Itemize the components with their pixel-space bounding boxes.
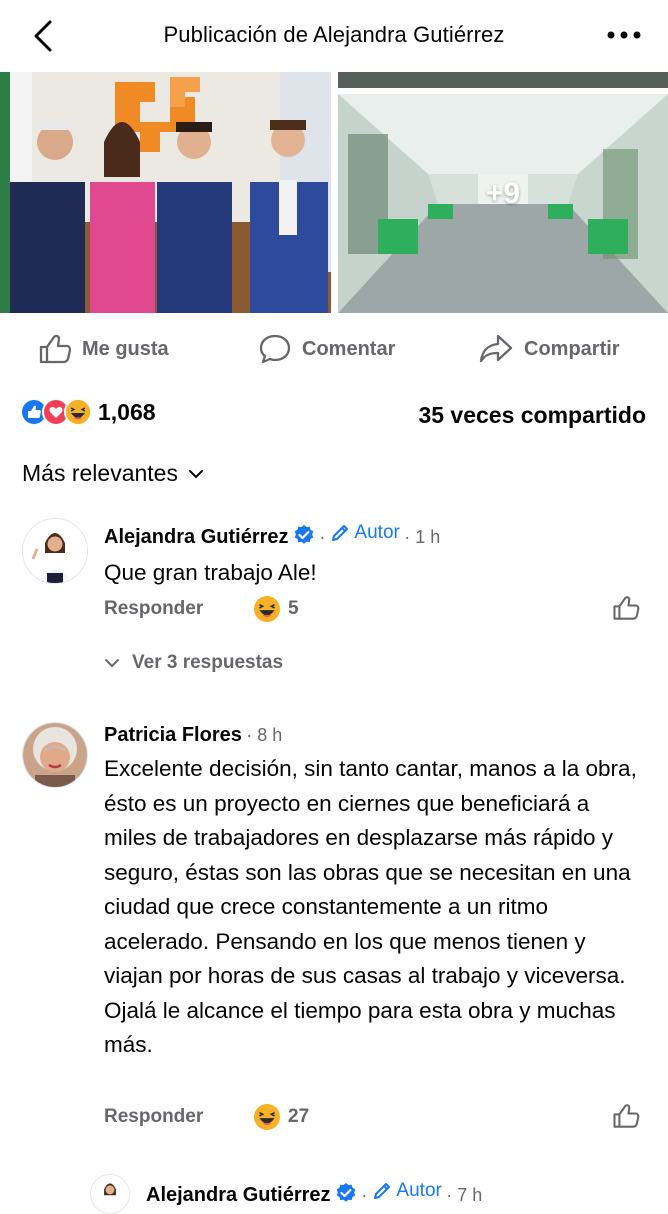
comment-like-button[interactable] [612,1102,640,1135]
commenter-name[interactable]: Alejandra Gutiérrez [146,1184,331,1206]
more-options-button[interactable] [604,20,644,50]
page-title: Publicación de Alejandra Gutiérrez [163,22,505,47]
avatar[interactable] [22,722,88,788]
view-replies-button[interactable]: Ver 3 respuestas [104,652,283,674]
chevron-down-icon [105,659,119,668]
comment-text: Que gran trabajo Ale! [104,560,317,585]
chevron-down-icon [188,469,203,478]
comment-header: Alejandra Gutiérrez · Autor · 1 h [104,522,441,548]
more-photos-count: +9 [485,176,521,210]
reaction-summary[interactable]: 1,068 [20,398,156,426]
avatar[interactable] [90,1174,130,1214]
like-label: Me gusta [82,337,169,360]
commenter-name[interactable]: Patricia Flores [104,724,242,746]
avatar-image [91,1175,129,1213]
haha-reaction-icon [254,1104,280,1130]
commenter-name[interactable]: Alejandra Gutiérrez [104,526,289,548]
reaction-count: 1,068 [98,398,156,425]
post-photo-train[interactable]: +9 [338,94,668,313]
author-label: Autor [354,522,400,543]
avatar-image [23,723,87,787]
avatar[interactable] [22,518,88,584]
reply-button[interactable]: Responder [104,1106,203,1128]
share-count[interactable]: 35 veces compartido [418,402,646,429]
avatar-image [23,519,87,583]
comment-header: Patricia Flores · 8 h [104,724,283,746]
comment-text: Excelente decisión, sin tanto cantar, ma… [104,756,637,1057]
pencil-icon [332,525,349,541]
comment-time[interactable]: 1 h [415,527,440,547]
comment-sort-dropdown[interactable]: Más relevantes [22,460,204,487]
comment-header: Alejandra Gutiérrez · Autor · 7 h [146,1180,483,1206]
share-arrow-icon [479,334,513,363]
sort-label: Más relevantes [22,460,178,486]
comment-label: Comentar [302,337,396,360]
verified-badge-icon [336,1183,356,1202]
verified-badge-icon [294,525,314,544]
thumbs-up-icon [613,596,640,620]
group-photo-image [0,72,331,313]
haha-reaction-icon [254,596,280,622]
like-button[interactable]: Me gusta [38,326,169,372]
comment-like-button[interactable] [612,594,640,627]
author-label: Autor [396,1180,442,1201]
comment-reactions[interactable]: 27 [254,1104,309,1130]
comment-time[interactable]: 8 h [257,725,282,745]
thumbs-up-icon [613,1104,640,1128]
pencil-icon [374,1183,391,1199]
reaction-count: 27 [288,1106,310,1127]
ellipsis-icon [607,31,641,39]
share-label: Compartir [524,337,620,360]
share-button[interactable]: Compartir [478,326,620,372]
post-photo-strip [338,72,668,88]
top-bar: Publicación de Alejandra Gutiérrez [0,0,668,72]
thumbs-up-icon [39,334,72,364]
comment-button[interactable]: Comentar [258,326,395,372]
haha-reaction-icon [64,398,92,426]
speech-bubble-icon [259,334,291,364]
view-replies-label: Ver 3 respuestas [132,652,284,673]
author-badge: Autor [330,522,400,544]
comment-reactions[interactable]: 5 [254,596,299,622]
post-photo-group[interactable] [0,72,331,313]
comment-time[interactable]: 7 h [457,1185,482,1205]
reply-button[interactable]: Responder [104,598,203,620]
reaction-count: 5 [288,598,299,619]
author-badge: Autor [372,1180,442,1202]
